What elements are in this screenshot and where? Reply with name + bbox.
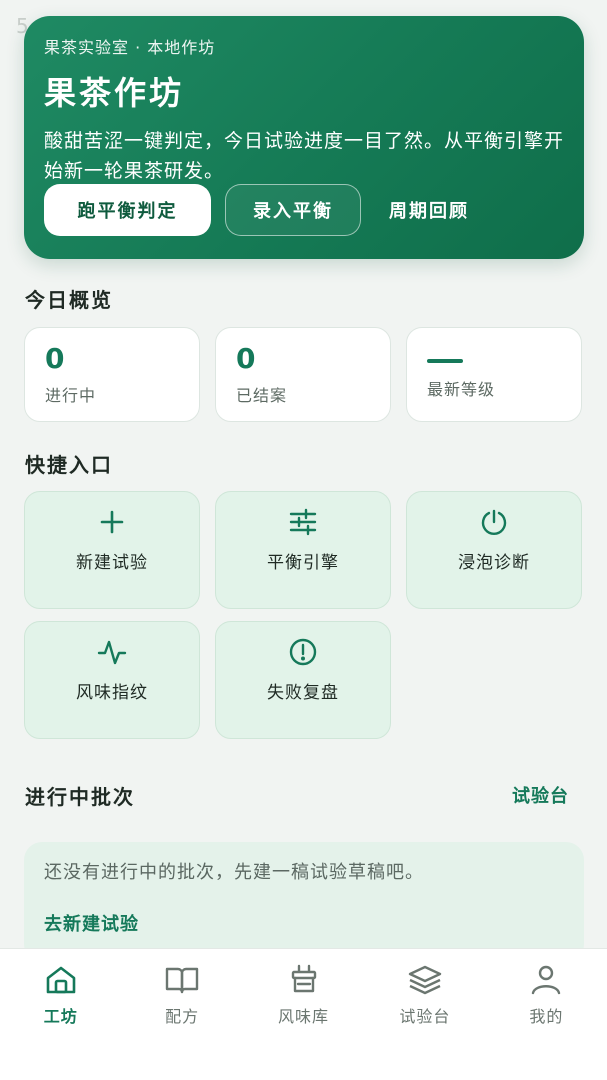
nav-label: 试验台 xyxy=(399,1007,451,1026)
stat-card-latest-grade[interactable]: 最新等级 xyxy=(406,327,582,422)
nav-item-profile[interactable]: 我的 xyxy=(486,949,607,1080)
sliders-icon xyxy=(289,508,317,536)
nav-item-workshop[interactable]: 工坊 xyxy=(0,949,121,1080)
alert-circle-icon xyxy=(289,638,317,666)
run-balance-button[interactable]: 跑平衡判定 xyxy=(44,184,211,236)
new-trial-link[interactable]: 去新建试验 xyxy=(44,910,564,936)
nav-item-trial-bench[interactable]: 试验台 xyxy=(364,949,485,1080)
nav-label: 配方 xyxy=(165,1007,200,1026)
tile-label: 新建试验 xyxy=(76,553,148,573)
plus-icon xyxy=(100,510,124,534)
layers-icon xyxy=(408,965,442,995)
hero-title: 果茶作坊 xyxy=(44,74,185,112)
pulse-icon xyxy=(97,640,127,665)
stat-label: 已结案 xyxy=(236,386,288,405)
quick-entry-title: 快捷入口 xyxy=(25,453,113,477)
stat-label: 进行中 xyxy=(45,386,97,405)
hero-eyebrow: 果茶实验室 · 本地作坊 xyxy=(44,38,216,57)
stat-card-closed[interactable]: 0 已结案 xyxy=(215,327,391,422)
nav-item-flavor-library[interactable]: 风味库 xyxy=(243,949,364,1080)
nav-label: 风味库 xyxy=(278,1007,330,1026)
user-icon xyxy=(532,965,561,995)
bottom-nav: 工坊 配方 风味库 试验台 我的 xyxy=(0,948,607,1080)
home-icon xyxy=(46,966,76,994)
book-icon xyxy=(165,967,199,994)
record-balance-button[interactable]: 录入平衡 xyxy=(225,184,361,236)
hero-description: 酸甜苦涩一键判定，今日试验进度一目了然。从平衡引擎开始新一轮果茶研发。 xyxy=(44,130,565,182)
cycle-review-button[interactable]: 周期回顾 xyxy=(389,197,469,223)
nav-label: 工坊 xyxy=(43,1007,78,1026)
stat-label: 最新等级 xyxy=(427,380,496,399)
tile-new-trial[interactable]: 新建试验 xyxy=(24,491,200,609)
tile-steep-diagnosis[interactable]: 浸泡诊断 xyxy=(406,491,582,609)
tile-label: 风味指纹 xyxy=(76,683,148,703)
empty-value-dash xyxy=(427,359,463,363)
tile-label: 失败复盘 xyxy=(267,683,339,703)
trial-bench-link[interactable]: 试验台 xyxy=(512,782,569,808)
batches-title: 进行中批次 xyxy=(25,785,135,809)
stat-value: 0 xyxy=(236,342,256,375)
tile-failure-review[interactable]: 失败复盘 xyxy=(215,621,391,739)
stat-card-in-progress[interactable]: 0 进行中 xyxy=(24,327,200,422)
empty-batches-card: 还没有进行中的批次，先建一稿试验草稿吧。 去新建试验 xyxy=(24,842,584,962)
tile-label: 浸泡诊断 xyxy=(458,553,530,573)
nav-label: 我的 xyxy=(529,1007,564,1026)
timer-icon xyxy=(481,509,507,535)
empty-batches-text: 还没有进行中的批次，先建一稿试验草稿吧。 xyxy=(44,862,424,883)
hero-banner: 果茶实验室 · 本地作坊 果茶作坊 酸甜苦涩一键判定，今日试验进度一目了然。从平… xyxy=(24,16,584,259)
hero-actions: 跑平衡判定 录入平衡 周期回顾 xyxy=(44,184,469,236)
tile-flavor-fingerprint[interactable]: 风味指纹 xyxy=(24,621,200,739)
cup-icon xyxy=(291,964,316,993)
overview-title: 今日概览 xyxy=(25,288,113,312)
nav-item-recipes[interactable]: 配方 xyxy=(121,949,242,1080)
tile-balance-engine[interactable]: 平衡引擎 xyxy=(215,491,391,609)
stat-value: 0 xyxy=(45,342,65,375)
tile-label: 平衡引擎 xyxy=(267,553,339,573)
